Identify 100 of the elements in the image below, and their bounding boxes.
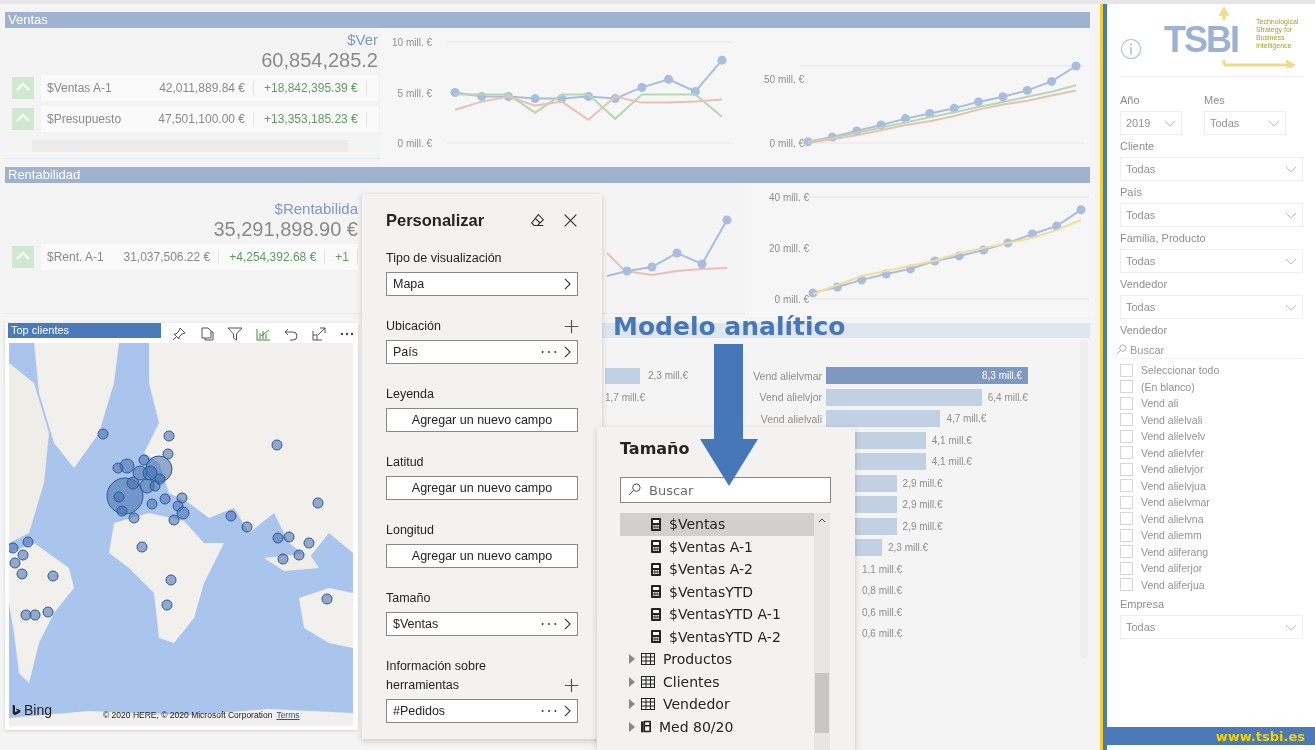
- option-label[interactable]: Vend alielvjua: [1141, 479, 1206, 492]
- option-label[interactable]: (En blanco): [1141, 380, 1195, 393]
- bar-value: 6,4 mill.€: [987, 391, 1028, 403]
- option-label[interactable]: Vend aliferjua: [1141, 578, 1205, 591]
- filter-dropdown[interactable]: Todas: [1120, 157, 1303, 181]
- website-link[interactable]: www.tsbi.es: [1215, 728, 1305, 744]
- data-point: [697, 259, 707, 269]
- scroll-up-icon[interactable]: [818, 518, 826, 523]
- option-label[interactable]: Vend alielvelv: [1141, 430, 1206, 443]
- option-label[interactable]: Vend aliemm: [1141, 529, 1202, 542]
- field-list-item[interactable]: Vendedor: [635, 693, 814, 716]
- bar-value: 4,7 mill.€: [946, 413, 987, 424]
- field-list-item[interactable]: $VentasYTD A-2: [620, 625, 814, 648]
- expand-arrow-icon[interactable]: [629, 676, 635, 687]
- field-list-item[interactable]: Productos: [635, 648, 814, 671]
- option-label[interactable]: Vend alielvjor: [1141, 463, 1204, 476]
- field-well[interactable]: País: [386, 340, 578, 364]
- data-point: [1003, 238, 1013, 248]
- bar-value: 4,1 mill.€: [931, 434, 972, 446]
- close-icon[interactable]: [563, 212, 578, 228]
- data-point: [690, 87, 700, 96]
- field-list-item[interactable]: $VentasYTD A-1: [620, 603, 814, 626]
- field-list-item[interactable]: $VentasYTD: [620, 580, 814, 603]
- section-header: Rentabilidad: [5, 167, 1090, 183]
- checkbox[interactable]: [1120, 495, 1133, 509]
- field-well[interactable]: #Pedidos: [386, 699, 578, 723]
- checkbox[interactable]: [1120, 380, 1133, 394]
- search-icon: [1116, 344, 1127, 355]
- checkbox[interactable]: [1120, 479, 1133, 493]
- checkbox[interactable]: [1120, 413, 1133, 427]
- filter-dropdown[interactable]: Todas: [1120, 249, 1303, 273]
- axis-tick-label: 0 mill. €: [769, 138, 804, 149]
- filter-icon[interactable]: [227, 326, 243, 342]
- filter-dropdown[interactable]: Todas: [1204, 111, 1286, 135]
- expand-arrow-icon[interactable]: [629, 699, 635, 710]
- field-list-item[interactable]: $Ventas A-1: [620, 535, 814, 558]
- more-icon[interactable]: [541, 622, 557, 626]
- field-list-item[interactable]: Clientes: [635, 670, 814, 693]
- option-label[interactable]: Vend alielvali: [1141, 413, 1203, 426]
- checkbox[interactable]: [1120, 396, 1133, 410]
- expand-icon[interactable]: [311, 326, 327, 342]
- field-well[interactable]: $Ventas: [386, 612, 578, 636]
- checkbox[interactable]: [1120, 512, 1133, 526]
- undo-icon[interactable]: [283, 326, 299, 342]
- logo-text: TSBI: [1164, 20, 1238, 60]
- option-label[interactable]: Vend alielvfer: [1141, 446, 1205, 459]
- vertical-scrollbar[interactable]: [814, 513, 830, 750]
- copy-icon[interactable]: [199, 326, 215, 342]
- checkbox[interactable]: [1120, 363, 1133, 377]
- field-name: Productos: [663, 651, 732, 668]
- checkbox[interactable]: [1120, 545, 1133, 559]
- option-label[interactable]: Vend alielvmar: [1141, 496, 1210, 509]
- filter-dropdown[interactable]: Todas: [1120, 203, 1303, 227]
- add-icon[interactable]: [565, 320, 578, 333]
- checkbox[interactable]: [1120, 429, 1133, 443]
- add-field-button[interactable]: Agregar un nuevo campo: [386, 408, 578, 432]
- filter-dropdown[interactable]: 2019: [1120, 111, 1182, 135]
- search-field[interactable]: Buscar: [1130, 343, 1230, 356]
- table-icon: [641, 653, 655, 666]
- field-list-item[interactable]: $Ventas: [620, 513, 814, 536]
- expand-arrow-icon[interactable]: [629, 654, 635, 665]
- more-icon[interactable]: [541, 709, 557, 713]
- add-field-button[interactable]: Agregar un nuevo campo: [386, 544, 578, 568]
- option-label[interactable]: Vend ali: [1141, 397, 1179, 410]
- checkbox[interactable]: [1120, 578, 1133, 592]
- option-label[interactable]: Vend alielvna: [1141, 512, 1204, 525]
- checkbox[interactable]: [1120, 528, 1133, 542]
- info-icon[interactable]: [1120, 38, 1142, 60]
- field-list-item[interactable]: $Ventas A-2: [620, 558, 814, 581]
- add-icon[interactable]: [565, 679, 578, 692]
- field-label: Ubicación: [386, 318, 441, 335]
- up-chevron-icon: [12, 106, 34, 132]
- filter-label: Vendedor: [1120, 324, 1169, 337]
- search-field[interactable]: Buscar: [620, 477, 831, 503]
- checkbox[interactable]: [1120, 446, 1133, 460]
- data-point: [852, 126, 862, 136]
- add-field-button[interactable]: Agregar un nuevo campo: [386, 476, 578, 500]
- filter-label: Cliente: [1120, 140, 1156, 153]
- data-point: [450, 88, 460, 97]
- filter-dropdown[interactable]: Todas: [1120, 295, 1303, 319]
- field-list-item[interactable]: Med 80/20: [635, 715, 814, 738]
- option-label[interactable]: Seleccionar todo: [1141, 364, 1220, 377]
- option-label[interactable]: Vend aliferjor: [1141, 562, 1203, 575]
- field-label: Información sobre herramientas: [386, 658, 488, 694]
- more-icon[interactable]: [541, 350, 557, 354]
- calculator-icon: [651, 585, 661, 599]
- filter-dropdown[interactable]: Todas: [1120, 615, 1303, 639]
- axis-tick-label: 40 mill. €: [769, 192, 809, 203]
- expand-arrow-icon[interactable]: [629, 721, 635, 732]
- option-label[interactable]: Vend aliferang: [1141, 545, 1209, 558]
- checkbox[interactable]: [1120, 462, 1133, 476]
- terms-link[interactable]: Terms: [276, 710, 300, 720]
- data-point: [832, 282, 842, 292]
- visual-type-selector[interactable]: Mapa: [386, 272, 578, 296]
- bar-chart-icon[interactable]: [255, 326, 271, 342]
- pin-icon[interactable]: [171, 326, 187, 342]
- scrollbar-thumb[interactable]: [815, 673, 829, 733]
- kpi-amount: 42,011,889.84 €: [145, 81, 254, 95]
- checkbox[interactable]: [1120, 561, 1133, 575]
- eraser-icon[interactable]: [530, 212, 545, 228]
